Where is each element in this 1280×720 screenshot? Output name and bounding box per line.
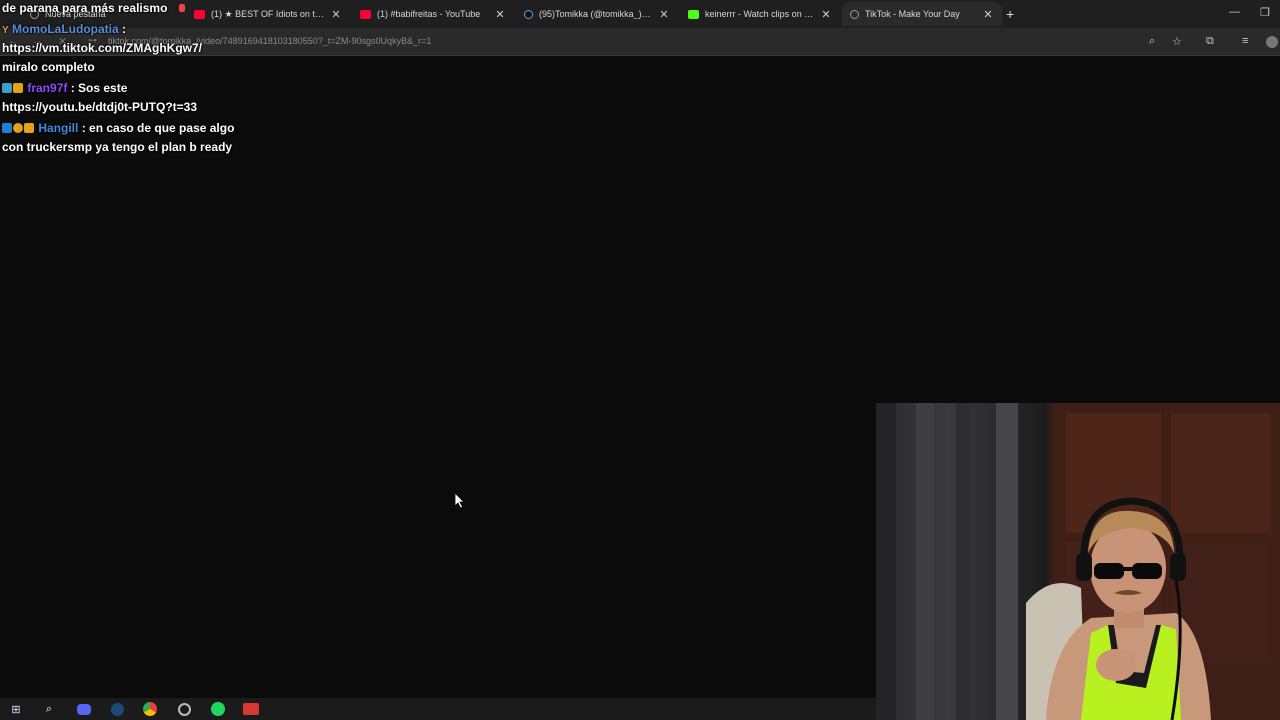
- badge-icon: Y: [2, 25, 9, 36]
- windows-taskbar: ⊞ ⌕: [0, 698, 876, 720]
- chat-separator: :: [78, 121, 90, 135]
- mouse-cursor-icon: [455, 493, 465, 509]
- extensions-icon[interactable]: ⧉: [1206, 35, 1214, 48]
- maximize-icon[interactable]: ❐: [1260, 6, 1270, 19]
- tab-title: TikTok - Make Your Day: [865, 9, 960, 19]
- webcam-feed: [876, 403, 1280, 720]
- badge-icon: [24, 123, 34, 133]
- badge-icon: [13, 83, 23, 93]
- chrome-icon[interactable]: [142, 701, 158, 717]
- tab-tiktok-active[interactable]: TikTok - Make Your Day ✕: [842, 2, 1002, 26]
- chat-message-1-line3: miralo completo: [2, 60, 95, 74]
- tab-title: keinerrr - Watch clips on Kick: [705, 9, 814, 19]
- badge-icon: [2, 123, 12, 133]
- minimize-icon[interactable]: —: [1229, 6, 1240, 18]
- zoom-icon[interactable]: ⌕: [1149, 35, 1155, 48]
- close-tab-icon[interactable]: ✕: [820, 8, 832, 21]
- chat-message-text: Sos este: [78, 81, 128, 95]
- menu-icon[interactable]: ≡: [1242, 35, 1248, 47]
- new-tab-icon[interactable]: +: [1006, 6, 1014, 22]
- close-tab-icon[interactable]: ✕: [982, 8, 994, 21]
- chat-message-text: en caso de que pase algo: [89, 121, 235, 135]
- tab-title: (1) ★ BEST OF Idiots on the road: [211, 8, 324, 19]
- chat-message-text: con truckersmp ya tengo el plan b ready: [2, 140, 233, 154]
- discord-icon[interactable]: [76, 701, 92, 717]
- chat-link[interactable]: https://vm.tiktok.com/ZMAghKgw7/: [2, 41, 202, 55]
- close-tab-icon[interactable]: ✕: [658, 8, 670, 21]
- tab-kick-keinerrr[interactable]: keinerrr - Watch clips on Kick ✕: [680, 2, 840, 26]
- chat-link[interactable]: https://youtu.be/dtdj0t-PUTQ?t=33: [2, 100, 197, 114]
- close-tab-icon[interactable]: ✕: [494, 8, 506, 21]
- windows-start-icon[interactable]: ⊞: [8, 701, 24, 717]
- chat-message-text: de parana para más realismo: [2, 1, 168, 15]
- browser-tab-bar: Nueva pestaña (1) ★ BEST OF Idiots on th…: [0, 0, 1280, 28]
- spotify-icon[interactable]: [210, 701, 226, 717]
- youtube-icon: [360, 9, 371, 19]
- youtube-icon: [194, 9, 205, 19]
- chat-message-1-line2: https://vm.tiktok.com/ZMAghKgw7/: [2, 41, 202, 55]
- tiktok-icon: [524, 9, 533, 19]
- chat-separator: :: [118, 22, 127, 36]
- chat-message-2: fran97f : Sos este: [2, 81, 127, 95]
- chat-username[interactable]: MomoLaLudopatia: [12, 22, 119, 36]
- chat-message-1: Y MomoLaLudopatia :: [2, 22, 126, 36]
- chat-message-text: miralo completo: [2, 60, 95, 74]
- chat-username[interactable]: Hangill: [38, 121, 78, 135]
- chat-separator: :: [67, 81, 79, 95]
- close-tab-icon[interactable]: ✕: [330, 8, 342, 21]
- tab-youtube-babifreitas[interactable]: (1) #babifreitas - YouTube ✕: [352, 2, 514, 26]
- emote-icon: [178, 4, 185, 12]
- profile-avatar-icon[interactable]: [1266, 36, 1278, 48]
- obs-icon[interactable]: [176, 701, 192, 717]
- tab-tiktok-tomikka[interactable]: (95)Tomikka (@tomikka_) | TikTok ✕: [516, 2, 678, 26]
- bookmark-star-icon[interactable]: ☆: [1172, 35, 1182, 48]
- chat-message-3: Hangill : en caso de que pase algo: [2, 121, 234, 135]
- chat-message-3-line2: con truckersmp ya tengo el plan b ready: [2, 140, 232, 154]
- globe-icon: [850, 9, 859, 19]
- steam-icon[interactable]: [109, 701, 125, 717]
- tab-title: (95)Tomikka (@tomikka_) | TikTok: [539, 9, 652, 19]
- tab-youtube-idiots[interactable]: (1) ★ BEST OF Idiots on the road ✕: [186, 2, 350, 26]
- chat-message-2-line2: https://youtu.be/dtdj0t-PUTQ?t=33: [2, 100, 197, 114]
- badge-icon: [2, 83, 12, 93]
- search-icon[interactable]: ⌕: [41, 701, 57, 717]
- badge-icon: [13, 123, 23, 133]
- streamer-image: [876, 403, 1280, 720]
- tab-title: (1) #babifreitas - YouTube: [377, 9, 481, 19]
- app-icon[interactable]: [243, 701, 259, 717]
- chat-message-0: de parana para más realismo: [2, 1, 185, 15]
- kick-icon: [688, 9, 699, 19]
- chat-username[interactable]: fran97f: [27, 81, 67, 95]
